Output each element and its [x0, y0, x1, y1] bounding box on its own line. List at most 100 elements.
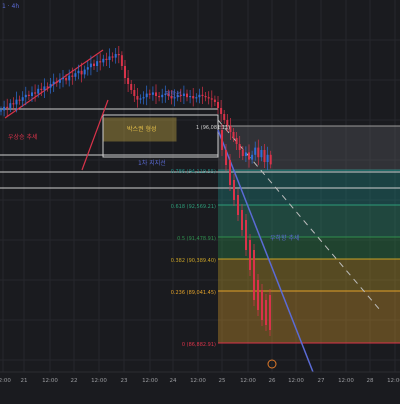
- candle: [223, 114, 226, 120]
- candle: [58, 79, 61, 83]
- candle: [269, 295, 271, 330]
- fib-level-label: 0 (86,882.91): [182, 342, 216, 348]
- candle: [241, 210, 243, 230]
- candle: [269, 154, 272, 165]
- candle: [237, 195, 239, 215]
- x-axis-band: [0, 372, 400, 400]
- candle: [253, 250, 255, 300]
- candle: [251, 154, 254, 160]
- candle: [0, 110, 2, 112]
- candle: [133, 90, 136, 96]
- fib-zone-top: [218, 126, 400, 170]
- candle: [232, 132, 235, 138]
- candle: [204, 96, 207, 98]
- candle: [120, 55, 123, 66]
- candle: [235, 138, 238, 144]
- candle: [233, 180, 235, 200]
- candle: [34, 92, 37, 94]
- x-tick-label: 23: [121, 378, 128, 384]
- candle: [65, 78, 68, 81]
- x-tick-label: 22: [71, 378, 78, 384]
- candle: [249, 240, 251, 270]
- x-tick-label: 12:00: [91, 378, 107, 384]
- candle: [68, 75, 71, 81]
- candle: [198, 94, 201, 98]
- candle: [93, 63, 95, 66]
- candle: [151, 92, 154, 95]
- candle: [158, 96, 161, 98]
- fib-level-label: 0.382 (90,389.40): [171, 258, 216, 264]
- x-tick-label: 12:00: [190, 378, 206, 384]
- x-tick-label: 25: [219, 378, 226, 384]
- candle: [155, 92, 157, 96]
- candle: [189, 96, 192, 98]
- x-tick-label: 26: [269, 378, 276, 384]
- label-support: 1차 지지선: [138, 159, 166, 167]
- candle: [80, 70, 83, 75]
- x-tick-label: 27: [318, 378, 325, 384]
- candle: [238, 144, 241, 150]
- chart-svg: 0.786 (94,119.55) 0.618 (92,569.21) 0.5 (9…: [0, 0, 400, 400]
- candle: [182, 93, 185, 96]
- x-tick-label: 12:00: [387, 378, 400, 384]
- candle: [161, 94, 164, 98]
- candle: [244, 152, 247, 156]
- candle: [62, 78, 64, 80]
- candle: [142, 97, 145, 99]
- candle: [145, 93, 148, 98]
- candle: [148, 93, 151, 95]
- candle: [263, 150, 266, 162]
- candle: [225, 150, 227, 165]
- candle: [31, 92, 33, 96]
- chart-area: 0.786 (94,119.55) 0.618 (92,569.21) 0.5 (9…: [0, 0, 400, 400]
- candle: [221, 130, 223, 150]
- x-tick-label: 12:00: [42, 378, 58, 384]
- label-resistance: 저항선: [165, 90, 182, 98]
- candle: [83, 69, 86, 75]
- x-tick-label: 24: [170, 378, 177, 384]
- candle: [74, 73, 77, 77]
- candle: [99, 61, 102, 63]
- candle: [12, 103, 15, 105]
- label-uptrend: 우상승 추세: [8, 133, 38, 141]
- candle: [201, 94, 204, 96]
- fib-zone: [218, 291, 400, 343]
- candle: [24, 94, 27, 98]
- candle: [266, 154, 269, 162]
- candle: [18, 99, 21, 101]
- candle: [260, 150, 263, 158]
- candle: [124, 66, 126, 78]
- candle: [114, 54, 117, 58]
- candle: [127, 78, 130, 84]
- x-tick-label: 12:00: [142, 378, 158, 384]
- candle: [217, 102, 219, 108]
- candle: [15, 99, 18, 105]
- candle: [96, 61, 99, 66]
- candle: [86, 67, 89, 70]
- candle: [105, 58, 108, 60]
- candle: [3, 106, 6, 111]
- candle: [111, 56, 114, 58]
- candle: [9, 103, 12, 108]
- x-tick-label: 12:00: [288, 378, 304, 384]
- candle: [192, 96, 195, 99]
- candle: [139, 98, 142, 100]
- fib-level-label: 0.786 (94,119.55): [171, 169, 216, 175]
- fib-zone: [218, 259, 400, 291]
- candle: [117, 54, 120, 56]
- candle: [40, 88, 43, 90]
- fib-level-label: 0.236 (89,041.45): [171, 290, 216, 296]
- candle: [43, 86, 46, 90]
- candle: [186, 93, 188, 98]
- candle: [265, 300, 267, 325]
- candle: [89, 63, 92, 68]
- candle: [257, 147, 260, 158]
- candle: [21, 97, 24, 101]
- candle: [55, 81, 58, 83]
- label-downtrend: 우하향 추세: [270, 234, 300, 242]
- candle: [210, 98, 213, 100]
- candle: [136, 96, 139, 100]
- candle: [195, 97, 198, 99]
- fib-level-label: 0.618 (92,569.21): [171, 204, 216, 210]
- candle: [102, 58, 105, 63]
